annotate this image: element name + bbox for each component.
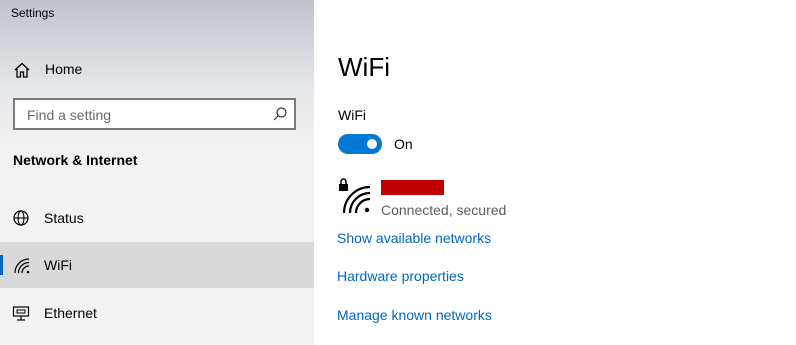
connected-network[interactable]: Connected, secured [338, 176, 578, 220]
home-nav-item[interactable]: Home [0, 55, 314, 85]
selection-indicator [0, 255, 3, 275]
sidebar: Settings Home Find a setting Network & I… [0, 0, 314, 345]
search-placeholder: Find a setting [27, 107, 112, 123]
sidebar-item-status[interactable]: Status [0, 195, 314, 241]
toggle-state-label: On [394, 136, 413, 152]
sidebar-item-wifi[interactable]: WiFi [0, 242, 314, 288]
globe-icon [13, 210, 29, 226]
sidebar-item-label: Ethernet [44, 305, 97, 321]
wifi-toggle[interactable] [338, 134, 382, 154]
wifi-secured-icon [339, 178, 371, 214]
page-title: WiFi [338, 52, 390, 82]
sidebar-item-label: WiFi [44, 257, 72, 273]
search-input[interactable]: Find a setting [13, 98, 296, 130]
search-icon [273, 107, 287, 121]
hardware-properties-link[interactable]: Hardware properties [337, 268, 464, 284]
ethernet-icon [12, 306, 30, 321]
manage-known-networks-link[interactable]: Manage known networks [337, 307, 492, 323]
main-content: WiFi WiFi On Connected, secured Show ava… [314, 0, 796, 345]
home-icon [14, 62, 30, 78]
toggle-knob [367, 139, 377, 149]
wifi-toggle-label: WiFi [338, 107, 366, 123]
section-title: Network & Internet [13, 152, 138, 168]
sidebar-item-ethernet[interactable]: Ethernet [0, 290, 314, 336]
network-status: Connected, secured [381, 202, 507, 218]
network-name-redacted [381, 180, 444, 195]
show-available-networks-link[interactable]: Show available networks [337, 230, 491, 246]
home-label: Home [45, 61, 83, 77]
wifi-icon [14, 258, 30, 274]
sidebar-item-label: Status [44, 210, 84, 226]
app-title: Settings [11, 6, 55, 20]
